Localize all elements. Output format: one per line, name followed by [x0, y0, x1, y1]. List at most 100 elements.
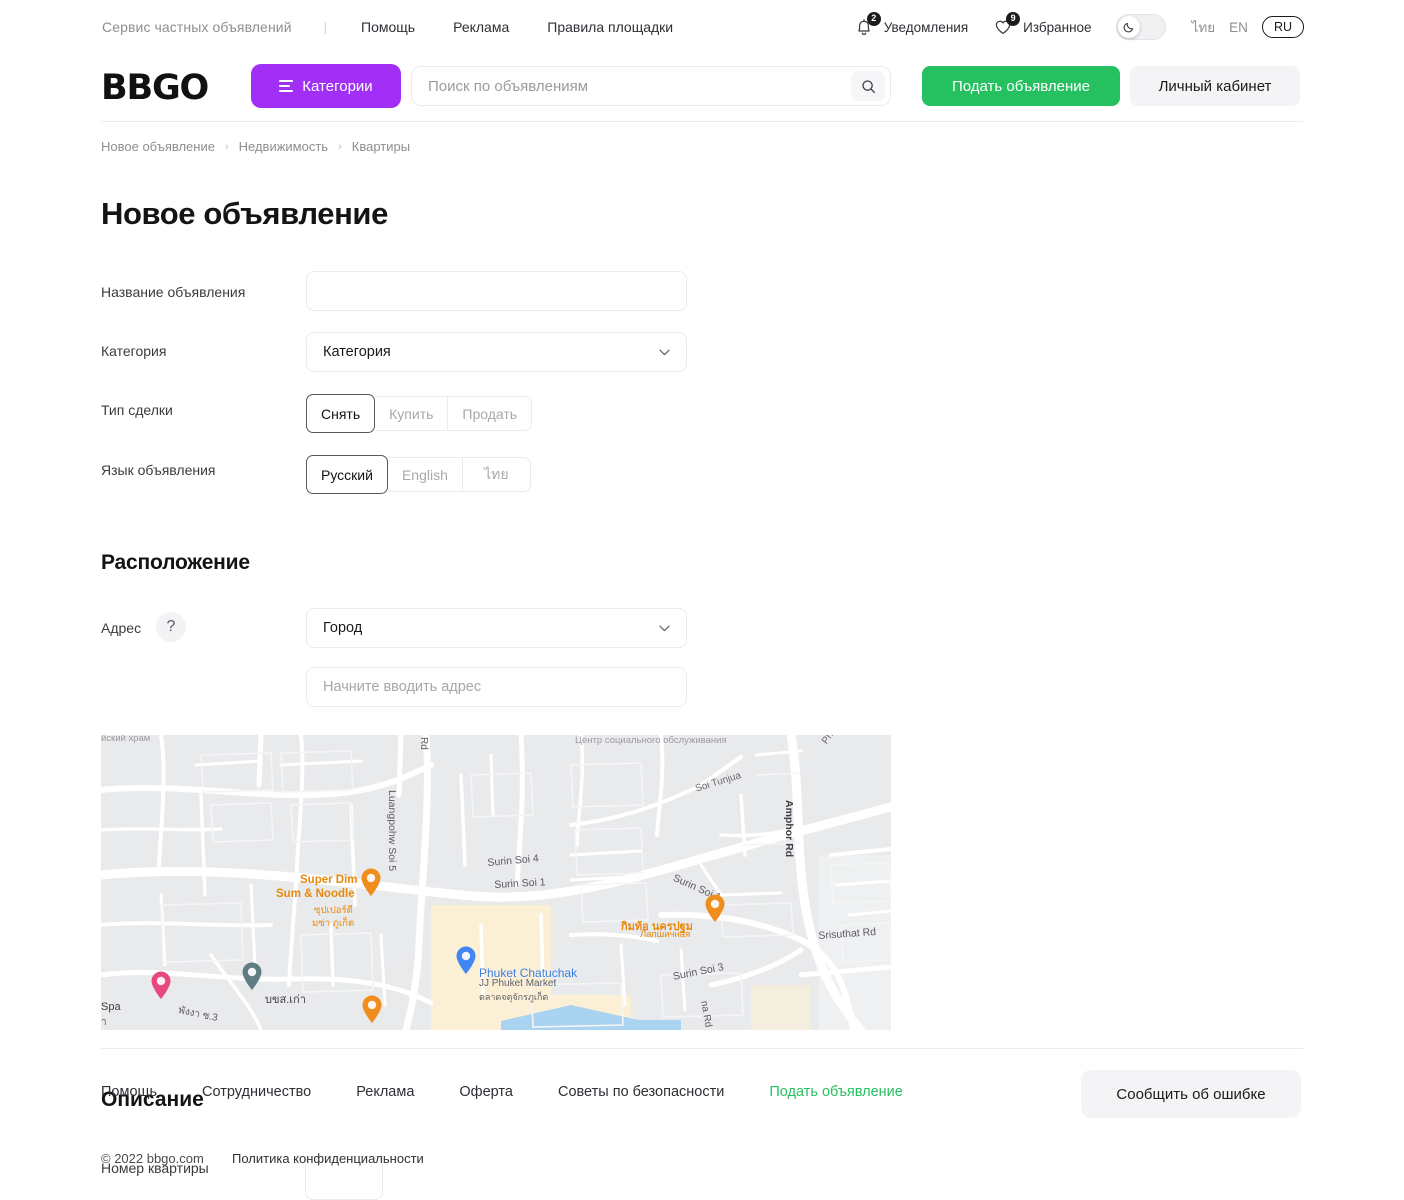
lang-en[interactable]: EN	[1229, 20, 1248, 35]
ad-title-input[interactable]	[306, 271, 687, 311]
language-switcher: ไทย EN RU	[1192, 16, 1304, 38]
restaurant-pin	[705, 894, 725, 922]
deal-type-control: Снять Купить Продать	[306, 394, 533, 433]
top-bar: Сервис частных объявлений | Помощь Рекла…	[0, 0, 1404, 57]
topbar-link-rules[interactable]: Правила площадки	[547, 19, 673, 35]
search-input[interactable]	[412, 77, 851, 95]
footer-link-safety-tips[interactable]: Советы по безопасности	[558, 1084, 724, 1100]
footer-divider	[101, 1048, 1303, 1049]
page-title: Новое объявление	[101, 196, 388, 231]
footer-copyright: © 2022 bbgo.com	[101, 1151, 204, 1166]
bell-icon: 2	[853, 12, 881, 38]
site-logo[interactable]: BBGO	[101, 68, 209, 108]
map-label: Центр социального обслуживания	[575, 735, 727, 746]
footer-nav: Помощь Сотрудничество Реклама Оферта Сов…	[101, 1084, 903, 1100]
theme-toggle[interactable]	[1115, 14, 1166, 40]
location-section-title: Расположение	[101, 551, 250, 574]
report-error-button[interactable]: Сообщить об ошибке	[1081, 1070, 1301, 1118]
notifications-label: Уведомления	[883, 19, 969, 35]
footer-link-privacy[interactable]: Политика конфиденциальности	[232, 1151, 424, 1166]
topbar-divider: |	[323, 19, 328, 35]
map-label: Sum & Noodle	[276, 888, 355, 900]
chevron-down-icon	[659, 349, 670, 355]
breadcrumb-item-new-ad[interactable]: Новое объявление	[101, 139, 215, 154]
map-label: Amphor Rd	[783, 800, 795, 858]
chevron-down-icon	[659, 625, 670, 631]
breadcrumb-separator: ›	[224, 140, 229, 153]
transit-pin	[242, 962, 262, 990]
hotel-pin	[151, 971, 171, 999]
category-label: Категория	[101, 343, 167, 359]
category-select[interactable]: Категория	[306, 332, 687, 372]
categories-button-label: Категории	[302, 77, 373, 95]
address-label: Адрес	[101, 620, 142, 636]
favorites-button[interactable]: 9 Избранное	[992, 12, 1092, 38]
header-divider	[101, 121, 1303, 122]
breadcrumb-separator: ›	[338, 140, 342, 153]
favorites-label: Избранное	[1023, 19, 1092, 35]
top-bar-left: Сервис частных объявлений | Помощь Рекла…	[102, 19, 673, 35]
deal-type-option-sell[interactable]: Продать	[448, 396, 533, 431]
location-map[interactable]: Super Dim Sum & Noodle ซุปเปอร์ดี มซ่า ภูเก…	[101, 735, 891, 1030]
category-control: Категория	[306, 332, 687, 372]
favorites-badge: 9	[1006, 12, 1021, 26]
ad-language-option-en[interactable]: English	[387, 457, 463, 492]
top-bar-right: 2 Уведомления 9 Избранное ไทย EN RU	[853, 12, 1304, 40]
map-label: Super Dim	[300, 874, 358, 886]
post-ad-button[interactable]: Подать объявление	[922, 66, 1120, 106]
site-tagline: Сервис частных объявлений	[102, 19, 292, 35]
restaurant-pin	[361, 868, 381, 896]
map-label: บขส.เก่า	[265, 994, 306, 1006]
notifications-badge: 2	[866, 12, 881, 26]
city-select[interactable]: Город	[306, 608, 687, 648]
map-label: Лапшичная	[640, 929, 691, 940]
address-input[interactable]	[306, 667, 687, 707]
restaurant-pin	[362, 995, 382, 1023]
notifications-button[interactable]: 2 Уведомления	[853, 12, 969, 38]
search-submit-button[interactable]	[851, 71, 885, 101]
footer-link-post-ad[interactable]: Подать объявление	[769, 1084, 902, 1100]
search-icon	[861, 79, 875, 93]
lang-th[interactable]: ไทย	[1192, 16, 1216, 38]
map-label: า	[101, 1017, 107, 1028]
deal-type-segmented: Снять Купить Продать	[306, 394, 533, 433]
toggle-knob	[1117, 16, 1140, 38]
address-help-icon[interactable]: ?	[156, 612, 186, 642]
ad-language-label: Язык объявления	[101, 462, 216, 478]
ad-language-option-ru[interactable]: Русский	[306, 455, 388, 494]
search-bar	[411, 66, 891, 106]
topbar-link-advertising[interactable]: Реклама	[453, 19, 509, 35]
ad-title-label: Название объявления	[101, 284, 246, 300]
ad-title-control	[306, 271, 687, 311]
footer-link-offer[interactable]: Оферта	[459, 1084, 513, 1100]
ad-language-control: Русский English ไทย	[306, 455, 531, 494]
shopping-pin	[456, 946, 476, 974]
map-label: Luangpohw Soi 5	[386, 790, 398, 872]
map-label: Rd	[418, 737, 429, 750]
deal-type-option-buy[interactable]: Купить	[375, 396, 449, 431]
breadcrumb-item-apartments[interactable]: Квартиры	[352, 139, 410, 154]
topbar-link-help[interactable]: Помощь	[361, 19, 415, 35]
burger-icon	[279, 80, 294, 92]
category-select-value: Категория	[323, 344, 391, 360]
footer-link-cooperation[interactable]: Сотрудничество	[202, 1084, 311, 1100]
deal-type-option-rent[interactable]: Снять	[306, 394, 376, 433]
footer-link-help[interactable]: Помощь	[101, 1084, 157, 1100]
account-button[interactable]: Личный кабинет	[1130, 66, 1300, 106]
breadcrumb-item-realestate[interactable]: Недвижимость	[239, 139, 328, 154]
breadcrumb: Новое объявление › Недвижимость › Кварти…	[101, 139, 410, 154]
heart-icon: 9	[992, 12, 1021, 38]
map-label: ตลาดจตุจักรภูเก็ต	[479, 992, 549, 1002]
city-control: Город	[306, 608, 687, 648]
lang-ru[interactable]: RU	[1261, 16, 1304, 38]
footer-link-advertising[interactable]: Реклама	[356, 1084, 414, 1100]
map-label: มซ่า ภูเก็ต	[312, 918, 355, 929]
moon-icon	[1123, 22, 1133, 33]
ad-language-option-th[interactable]: ไทย	[462, 457, 531, 492]
map-label: йский храм	[101, 735, 151, 744]
city-select-value: Город	[323, 620, 363, 636]
map-label: JJ Phuket Market	[479, 978, 557, 989]
categories-button[interactable]: Категории	[251, 64, 401, 108]
deal-type-label: Тип сделки	[101, 402, 173, 418]
address-control	[306, 667, 687, 707]
